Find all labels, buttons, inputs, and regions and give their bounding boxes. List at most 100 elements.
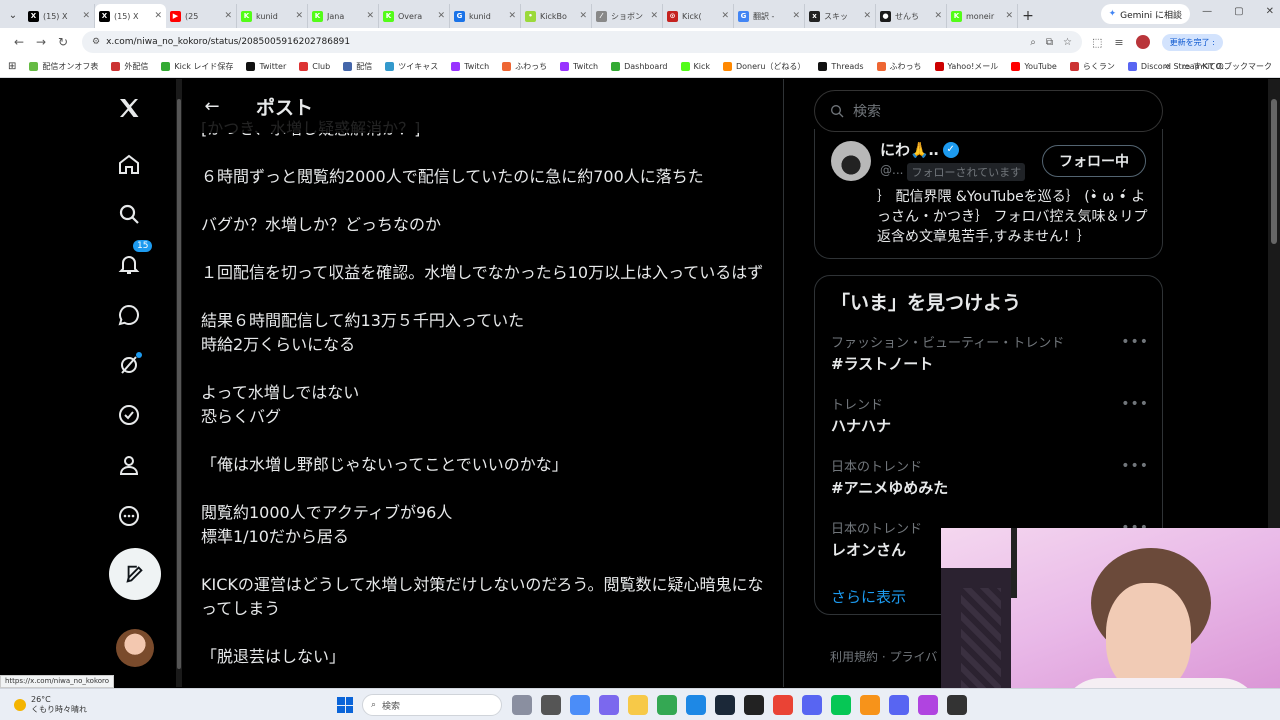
account-avatar[interactable] (116, 629, 154, 667)
bookmark-star-icon[interactable]: ☆ (1063, 37, 1072, 48)
bookmark-item[interactable]: Kick (680, 61, 710, 72)
tab-close-icon[interactable]: ✕ (579, 11, 587, 21)
search-input[interactable]: 検索 (814, 90, 1163, 132)
tab-close-icon[interactable]: ✕ (863, 11, 871, 21)
install-icon[interactable]: ⧉ (1046, 37, 1053, 48)
taskbar-app-icon[interactable] (947, 695, 967, 715)
browser-tab[interactable]: Gkunid ✕ (450, 4, 521, 28)
main-scrollbar[interactable] (176, 79, 182, 687)
profile-icon[interactable] (114, 450, 144, 480)
new-tab-button[interactable]: + (1018, 4, 1038, 28)
taskbar-app-icon[interactable] (889, 695, 909, 715)
following-button[interactable]: フォロー中 (1042, 145, 1146, 177)
taskbar-app-icon[interactable] (773, 695, 793, 715)
browser-tab[interactable]: ▶ (25 ✕ (166, 4, 237, 28)
extensions-icon[interactable]: ⬚ (1092, 36, 1102, 49)
trend-item[interactable]: ファッション・ビューティー・トレンド #ラストノート ••• (831, 332, 1149, 374)
bookmark-item[interactable]: Twitter (246, 61, 286, 72)
omnibox[interactable]: ⚙ x.com/niwa_no_kokoro/status/2085005916… (82, 31, 1082, 53)
explore-search-icon[interactable] (114, 199, 144, 229)
browser-tab[interactable]: • KickBo ✕ (521, 4, 592, 28)
profile-avatar[interactable] (1135, 35, 1150, 49)
taskbar-app-icon[interactable] (599, 695, 619, 715)
main-scrollbar-thumb[interactable] (177, 99, 181, 669)
bookmark-item[interactable]: Twitch (560, 61, 598, 72)
taskbar-app-icon[interactable] (831, 695, 851, 715)
bookmark-item[interactable]: ふわっち (502, 61, 547, 72)
apps-grid-icon[interactable]: ⊞ (8, 61, 16, 72)
taskbar-app-icon[interactable] (918, 695, 938, 715)
bookmark-item[interactable]: Yahoo!メール (934, 61, 998, 72)
verified-badge-icon[interactable] (114, 400, 144, 430)
tab-close-icon[interactable]: ✕ (295, 11, 303, 21)
trend-more-icon[interactable]: ••• (1121, 396, 1149, 412)
bookmark-item[interactable]: 配信 (343, 61, 372, 72)
footer-link[interactable]: 利用規約 · (830, 650, 889, 664)
forward-nav-icon[interactable]: → (30, 35, 52, 49)
trend-more-icon[interactable]: ••• (1121, 458, 1149, 474)
weather-widget[interactable]: 26°C くもり時々晴れ (14, 695, 87, 715)
maximize-icon[interactable]: ▢ (1234, 6, 1243, 17)
url-text[interactable]: x.com/niwa_no_kokoro/status/208500591620… (106, 37, 1030, 47)
tab-close-icon[interactable]: ✕ (934, 11, 942, 21)
bookmark-item[interactable]: Dashboard (611, 61, 668, 72)
all-bookmarks[interactable]: ▭ すべてのブックマーク (1183, 61, 1272, 72)
browser-tab[interactable]: G 翻訳 - ✕ (734, 4, 805, 28)
tab-close-icon[interactable]: ✕ (437, 11, 445, 21)
bookmark-item[interactable]: ふわっち (876, 61, 922, 72)
browser-tab[interactable]: Kkunid ✕ (237, 4, 308, 28)
taskbar-search[interactable]: ⌕ 検索 (362, 694, 502, 716)
trend-more-icon[interactable]: ••• (1121, 334, 1149, 350)
bookmark-item[interactable]: 配信オンオフ表 (29, 61, 98, 72)
taskbar-app-icon[interactable] (657, 695, 677, 715)
trend-item[interactable]: 日本のトレンド #アニメゆめみた ••• (831, 456, 1149, 498)
profile-card-name[interactable]: にわ🙏‥ ✓ (880, 139, 959, 160)
reload-icon[interactable]: ↻ (52, 35, 74, 49)
tab-close-icon[interactable]: ✕ (792, 11, 800, 21)
bookmark-item[interactable]: Twitch (451, 61, 489, 72)
taskbar-app-icon[interactable] (744, 695, 764, 715)
browser-tab[interactable]: x スキッ ✕ (805, 4, 876, 28)
tab-close-icon[interactable]: ✕ (366, 11, 374, 21)
bookmark-item[interactable]: Club (299, 61, 330, 72)
browser-tab[interactable]: X (15) X ✕ (95, 4, 166, 28)
home-icon[interactable] (114, 149, 144, 179)
media-icon[interactable]: ≡ (1114, 36, 1123, 49)
browser-tab[interactable]: ⁄ ショボン ✕ (592, 4, 663, 28)
gemini-button[interactable]: ✦ Gemini に相談 (1100, 4, 1190, 24)
tab-search-chevron-icon[interactable]: ⌄ (2, 2, 24, 28)
tab-close-icon[interactable]: ✕ (721, 11, 729, 21)
tab-close-icon[interactable]: ✕ (1005, 11, 1013, 21)
taskbar-app-icon[interactable] (570, 695, 590, 715)
taskbar-app-icon[interactable] (802, 695, 822, 715)
browser-tab[interactable]: ● せんち ✕ (876, 4, 947, 28)
x-logo-icon[interactable] (114, 93, 144, 123)
back-arrow-icon[interactable]: ← (184, 96, 240, 117)
minimize-icon[interactable]: — (1202, 6, 1212, 17)
page-scrollbar-thumb[interactable] (1271, 99, 1277, 244)
site-info-icon[interactable]: ⚙ (92, 37, 100, 47)
windows-start-icon[interactable] (337, 697, 353, 713)
footer-link[interactable]: プライバ · (889, 650, 948, 664)
bookmark-item[interactable]: Doneru（どねる） (723, 61, 805, 72)
browser-tab[interactable]: Kmoneir ✕ (947, 4, 1018, 28)
taskbar-app-icon[interactable] (686, 695, 706, 715)
taskbar-app-icon[interactable] (715, 695, 735, 715)
bookmark-item[interactable]: ツイキャス (385, 61, 438, 72)
close-icon[interactable]: ✕ (1266, 6, 1274, 17)
tab-close-icon[interactable]: ✕ (154, 11, 162, 21)
browser-tab[interactable]: K Overa ✕ (379, 4, 450, 28)
more-icon[interactable] (114, 501, 144, 531)
browser-tab[interactable]: X (15) X ✕ (24, 4, 95, 28)
taskbar-app-icon[interactable] (512, 695, 532, 715)
browser-tab[interactable]: K Jana ✕ (308, 4, 379, 28)
show-more-link[interactable]: さらに表示 (831, 586, 906, 607)
messages-icon[interactable] (114, 300, 144, 330)
back-nav-icon[interactable]: ← (8, 35, 30, 49)
zoom-icon[interactable]: ⌕ (1030, 37, 1036, 48)
browser-tab[interactable]: ⊙ Kick(✕ (663, 4, 734, 28)
compose-post-button[interactable] (109, 548, 161, 600)
tab-close-icon[interactable]: ✕ (224, 11, 232, 21)
tab-close-icon[interactable]: ✕ (650, 11, 658, 21)
update-button[interactable]: 更新を完了 : (1161, 33, 1223, 51)
